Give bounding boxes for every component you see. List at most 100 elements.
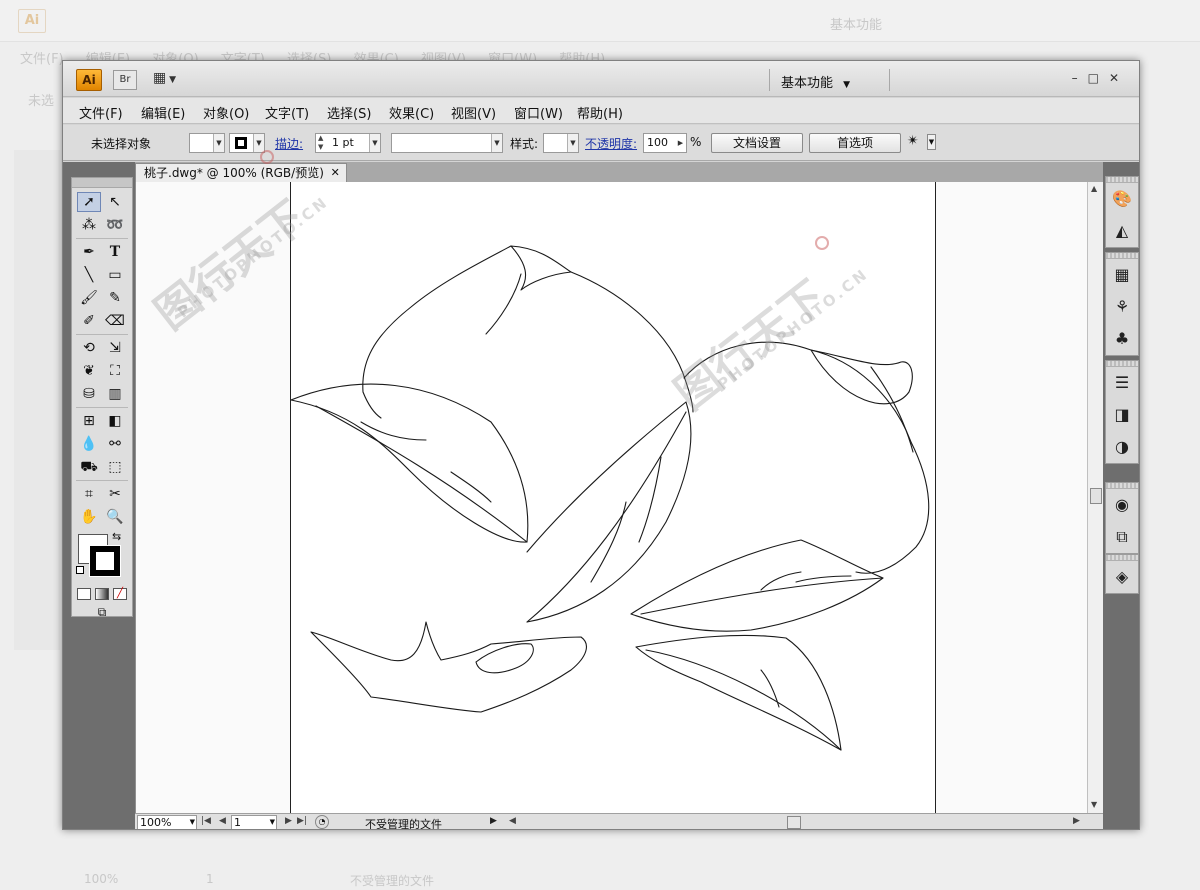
- close-window-button[interactable]: ✕: [1109, 71, 1129, 85]
- gradient-panel-icon[interactable]: ◨: [1106, 399, 1138, 431]
- rectangle-tool-icon[interactable]: ▭: [103, 265, 127, 285]
- previous-artboard-icon[interactable]: ◀: [219, 816, 226, 826]
- menu-view[interactable]: 视图(V): [451, 103, 496, 122]
- menu-object[interactable]: 对象(O): [203, 103, 249, 122]
- paintbrush-tool-icon[interactable]: 🖌: [77, 288, 101, 308]
- symbols-panel-icon[interactable]: ♣: [1106, 323, 1138, 355]
- menu-file[interactable]: 文件(F): [79, 103, 123, 122]
- transparency-panel-icon[interactable]: ◑: [1106, 431, 1138, 463]
- selection-tool-icon[interactable]: ➚: [77, 192, 101, 212]
- preferences-button[interactable]: 首选项: [809, 133, 901, 153]
- artboard-tool-icon[interactable]: ⌗: [77, 484, 101, 504]
- column-graph-tool-icon[interactable]: ▥: [103, 384, 127, 404]
- menu-edit[interactable]: 编辑(E): [141, 103, 185, 122]
- hand-tool-icon[interactable]: ✋: [77, 507, 101, 527]
- right-peach-tip: [810, 349, 913, 405]
- status-menu-icon[interactable]: ▶: [490, 816, 497, 826]
- default-colors-icon[interactable]: [76, 566, 84, 574]
- lasso-tool-icon[interactable]: ➿: [103, 215, 127, 235]
- fill-color-picker[interactable]: ▼: [189, 133, 225, 153]
- opacity-label-link[interactable]: 不透明度:: [585, 135, 637, 152]
- opacity-field[interactable]: 100 ▶: [643, 133, 687, 153]
- color-guide-panel-icon[interactable]: ◭: [1106, 215, 1138, 247]
- document-setup-button[interactable]: 文档设置: [711, 133, 803, 153]
- isolate-wand-icon[interactable]: ✴: [907, 133, 919, 149]
- stroke-color-picker[interactable]: ▼: [229, 133, 265, 153]
- scroll-down-icon[interactable]: ▼: [1091, 800, 1097, 809]
- zoom-tool-icon[interactable]: 🔍: [103, 507, 127, 527]
- graphic-styles-panel-icon[interactable]: ⧉: [1106, 521, 1138, 553]
- free-transform-tool-icon[interactable]: ⛶: [103, 361, 127, 381]
- magic-wand-tool-icon[interactable]: ⁂: [77, 215, 101, 235]
- graphic-style-picker[interactable]: ▼: [543, 133, 579, 153]
- menu-select[interactable]: 选择(S): [327, 103, 371, 122]
- vertical-scroll-thumb[interactable]: [1090, 488, 1102, 504]
- gradient-mode-icon[interactable]: [95, 588, 109, 600]
- chevron-right-icon[interactable]: ▶: [675, 134, 686, 152]
- layers-panel-icon[interactable]: ◈: [1106, 561, 1138, 593]
- scale-tool-icon[interactable]: ⇲: [103, 338, 127, 358]
- artboard-number-field[interactable]: 1 ▼: [231, 815, 277, 829]
- scroll-up-icon[interactable]: ▲: [1091, 184, 1097, 193]
- pen-tool-icon[interactable]: ✒: [77, 242, 101, 262]
- pencil-tool-icon[interactable]: ✎: [103, 288, 127, 308]
- type-tool-icon[interactable]: T: [103, 242, 127, 262]
- status-info-icon[interactable]: ◔: [315, 815, 329, 829]
- brushes-panel-icon[interactable]: ⚘: [1106, 291, 1138, 323]
- scroll-left-icon[interactable]: ◀: [509, 816, 516, 826]
- artboard[interactable]: [290, 182, 936, 813]
- arrange-documents-button[interactable]: ▦ ▼: [153, 70, 189, 90]
- menu-type[interactable]: 文字(T): [265, 103, 309, 122]
- swap-colors-icon[interactable]: ⇆: [112, 530, 121, 543]
- vertical-scrollbar[interactable]: ▲ ▼: [1087, 182, 1103, 813]
- chevron-down-icon[interactable]: ▼: [927, 134, 936, 150]
- minimize-button[interactable]: –: [1072, 71, 1088, 85]
- next-artboard-icon[interactable]: ▶: [285, 816, 292, 826]
- mesh-tool-icon[interactable]: ⊞: [77, 411, 101, 431]
- blob-brush-tool-icon[interactable]: ✐: [77, 311, 101, 331]
- menu-window[interactable]: 窗口(W): [514, 103, 563, 122]
- swatches-panel-icon[interactable]: ▦: [1106, 259, 1138, 291]
- line-segment-tool-icon[interactable]: ╲: [77, 265, 101, 285]
- scroll-right-icon[interactable]: ▶: [1073, 816, 1080, 826]
- stroke-weight-field[interactable]: ▲ ▼ 1 pt ▼: [315, 133, 381, 153]
- slice-tool-icon[interactable]: ✂: [103, 484, 127, 504]
- bridge-button[interactable]: Br: [113, 70, 137, 90]
- close-icon[interactable]: ✕: [331, 164, 340, 182]
- toolbox-header[interactable]: [72, 178, 132, 188]
- leaf-right-vein: [640, 577, 884, 615]
- workspace-switcher[interactable]: 基本功能 ▼: [781, 72, 850, 91]
- screen-mode-icon[interactable]: ⧉: [90, 606, 114, 618]
- rotate-tool-icon[interactable]: ⟲: [77, 338, 101, 358]
- gradient-tool-icon[interactable]: ◧: [103, 411, 127, 431]
- stroke-panel-icon[interactable]: ☰: [1106, 367, 1138, 399]
- peach-line-drawing[interactable]: [291, 182, 937, 813]
- stepper-icon[interactable]: ▲ ▼: [318, 134, 323, 152]
- last-artboard-icon[interactable]: ▶|: [297, 816, 307, 826]
- first-artboard-icon[interactable]: |◀: [201, 816, 211, 826]
- color-mode-icon[interactable]: [77, 588, 91, 600]
- none-mode-icon[interactable]: ╱: [113, 588, 127, 600]
- blend-tool-icon[interactable]: ⚯: [103, 434, 127, 454]
- horizontal-scroll-thumb[interactable]: [787, 816, 801, 829]
- canvas-area[interactable]: [135, 182, 1087, 813]
- menu-effect[interactable]: 效果(C): [389, 103, 434, 122]
- live-paint-bucket-tool-icon[interactable]: ⛟: [77, 457, 101, 477]
- appearance-panel-icon[interactable]: ◉: [1106, 489, 1138, 521]
- stroke-label-link[interactable]: 描边:: [275, 135, 303, 152]
- brush-definition-dropdown[interactable]: ▼: [391, 133, 503, 153]
- document-tab[interactable]: 桃子.dwg* @ 100% (RGB/预览) ✕: [135, 163, 347, 182]
- watermark-seal-icon: [260, 150, 274, 164]
- menu-help[interactable]: 帮助(H): [577, 103, 623, 122]
- live-paint-selection-tool-icon[interactable]: ⬚: [103, 457, 127, 477]
- direct-selection-tool-icon[interactable]: ↖: [103, 192, 127, 212]
- maximize-button[interactable]: □: [1088, 71, 1109, 85]
- eyedropper-tool-icon[interactable]: 💧: [77, 434, 101, 454]
- warp-tool-icon[interactable]: ❦: [77, 361, 101, 381]
- color-panel-icon[interactable]: 🎨: [1106, 183, 1138, 215]
- symbol-sprayer-tool-icon[interactable]: ⛁: [77, 384, 101, 404]
- app-logo[interactable]: Ai: [76, 69, 102, 91]
- eraser-tool-icon[interactable]: ⌫: [103, 311, 127, 331]
- zoom-dropdown[interactable]: 100% ▼: [137, 815, 197, 829]
- stroke-swatch[interactable]: [89, 545, 121, 577]
